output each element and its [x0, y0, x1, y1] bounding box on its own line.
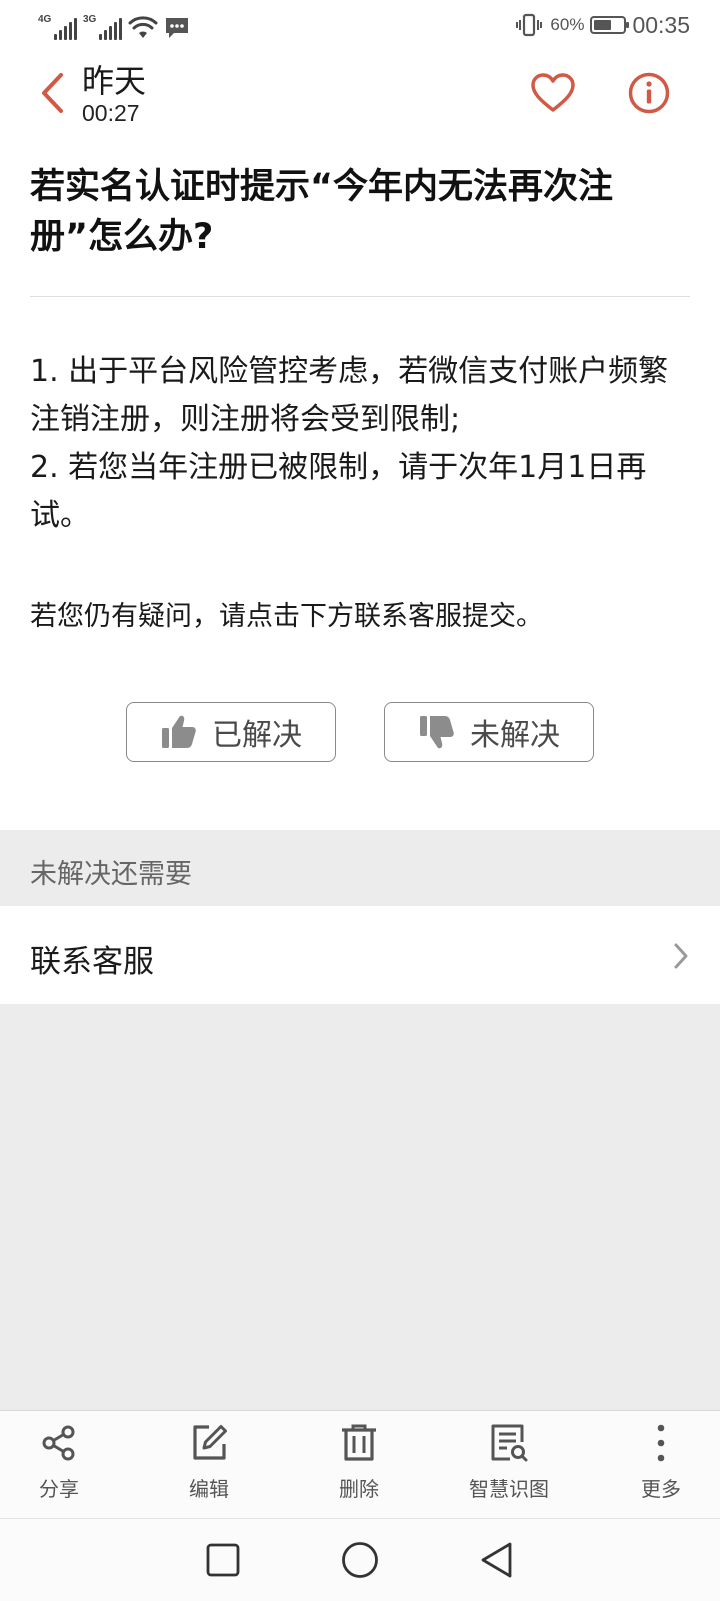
thumbs-up-icon — [162, 715, 196, 748]
recents-button[interactable] — [199, 1536, 247, 1584]
battery-percent: 60% — [550, 15, 585, 34]
thumbs-down-icon — [420, 716, 454, 749]
status-bar: 4G 3G 60% 00:35 — [0, 0, 720, 50]
unsolved-label: 未解决 — [470, 718, 560, 753]
more-label: 更多 — [641, 1477, 681, 1501]
article-paragraph: 2. 若您当年注册已被限制，请于次年1月1日再试。 — [30, 450, 647, 533]
network-type-1: 4G — [38, 14, 52, 25]
status-right: 60% 00:35 — [514, 8, 690, 42]
signal-icon: 4G — [38, 14, 77, 40]
header-timestamp: 00:27 — [82, 100, 140, 126]
article-body: 1. 出于平台风险管控考虑，若微信支付账户频繁注销注册，则注册将会受到限制; 2… — [30, 348, 695, 540]
heart-icon — [531, 73, 575, 112]
solved-button[interactable]: 已解决 — [126, 702, 336, 762]
share-icon — [42, 1425, 75, 1461]
edit-icon — [193, 1425, 227, 1460]
smart-recognize-button[interactable]: 智慧识图 — [454, 1411, 564, 1519]
battery-icon — [590, 16, 630, 34]
circle-icon — [342, 1542, 378, 1578]
back-button[interactable] — [30, 68, 74, 118]
signal-icon: 3G — [83, 14, 122, 40]
system-nav-bar — [0, 1518, 720, 1601]
contact-note: 若您仍有疑问，请点击下方联系客服提交。 — [30, 601, 543, 632]
smart-recognize-label: 智慧识图 — [469, 1477, 549, 1501]
unsolved-button[interactable]: 未解决 — [384, 702, 594, 762]
clock: 00:35 — [632, 11, 690, 38]
more-button[interactable]: 更多 — [606, 1411, 716, 1519]
document-search-icon — [491, 1424, 528, 1462]
more-dots-icon — [657, 1424, 665, 1462]
section-header: 未解决还需要 — [30, 859, 192, 890]
chevron-right-icon — [674, 943, 688, 969]
share-label: 分享 — [39, 1477, 79, 1501]
info-icon — [628, 72, 670, 114]
triangle-back-icon — [481, 1542, 512, 1578]
delete-button[interactable]: 删除 — [304, 1411, 414, 1519]
bottom-toolbar: 分享 编辑 删除 智慧识图 更多 — [0, 1410, 720, 1519]
square-icon — [206, 1543, 240, 1577]
header-title: 昨天 — [82, 63, 147, 99]
solved-label: 已解决 — [212, 718, 302, 753]
divider — [30, 296, 690, 297]
favorite-button[interactable] — [528, 68, 578, 118]
network-type-2: 3G — [83, 14, 97, 25]
edit-label: 编辑 — [189, 1477, 229, 1501]
vibrate-icon — [516, 13, 543, 37]
contact-support-row[interactable]: 联系客服 — [0, 906, 720, 1004]
delete-label: 删除 — [339, 1477, 379, 1501]
message-icon — [166, 18, 188, 38]
back-nav-button[interactable] — [472, 1536, 520, 1584]
contact-support-label: 联系客服 — [30, 944, 154, 980]
battery-level — [594, 20, 612, 30]
info-button[interactable] — [624, 68, 674, 118]
back-arrow-icon — [42, 73, 63, 113]
wifi-icon — [128, 16, 158, 38]
status-left: 4G 3G — [38, 10, 190, 40]
home-button[interactable] — [336, 1536, 384, 1584]
trash-icon — [342, 1424, 376, 1461]
edit-button[interactable]: 编辑 — [154, 1411, 264, 1519]
article-title: 若实名认证时提示“今年内无法再次注册”怎么办? — [30, 167, 614, 257]
share-button[interactable]: 分享 — [4, 1411, 114, 1519]
article-paragraph: 1. 出于平台风险管控考虑，若微信支付账户频繁注销注册，则注册将会受到限制; — [30, 354, 669, 437]
